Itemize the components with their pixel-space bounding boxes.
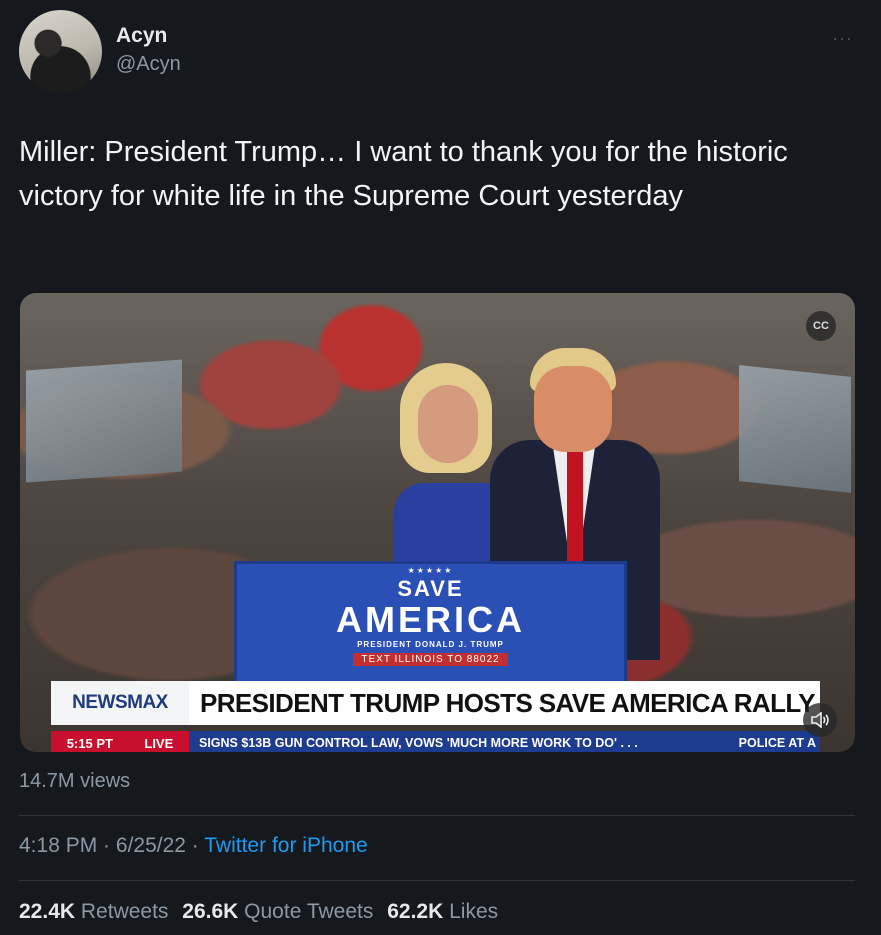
tweet-date[interactable]: 6/25/22 <box>116 834 186 857</box>
chyron-ticker: SIGNS $13B GUN CONTROL LAW, VOWS 'MUCH M… <box>189 731 820 752</box>
podium-text-line: TEXT ILLINOIS TO 88022 <box>353 653 508 666</box>
retweets-count: 22.4K <box>19 900 76 923</box>
podium-sign: ★★★★★ SAVE AMERICA PRESIDENT DONALD J. T… <box>234 561 627 686</box>
podium-stars: ★★★★★ <box>407 566 454 575</box>
quote-tweets-stat[interactable]: 26.6K Quote Tweets <box>182 900 373 923</box>
podium-subtitle: PRESIDENT DONALD J. TRUMP <box>357 640 504 649</box>
divider <box>19 880 855 881</box>
quotes-count: 26.6K <box>182 900 239 923</box>
likes-count: 62.2K <box>387 900 444 923</box>
teleprompter-left <box>26 359 182 483</box>
divider <box>19 815 855 816</box>
video-player[interactable]: ★★★★★ SAVE AMERICA PRESIDENT DONALD J. T… <box>20 293 855 752</box>
avatar[interactable] <box>19 10 102 93</box>
meta-separator: · <box>185 834 205 857</box>
view-count: 14.7M views <box>19 770 131 792</box>
tweet-time[interactable]: 4:18 PM <box>19 834 97 857</box>
tweet-source-link[interactable]: Twitter for iPhone <box>204 834 367 857</box>
captions-icon[interactable]: CC <box>806 311 836 341</box>
author-handle[interactable]: @Acyn <box>116 53 181 76</box>
engagement-stats: 22.4K Retweets 26.6K Quote Tweets 62.2K … <box>19 900 506 924</box>
chyron-live: LIVE <box>144 735 174 751</box>
meta-separator: · <box>97 834 116 857</box>
chyron-time-text: 5:15 PT <box>66 735 113 751</box>
likes-stat[interactable]: 62.2K Likes <box>387 900 498 923</box>
tweet-meta: 4:18 PM · 6/25/22 · Twitter for iPhone <box>19 834 368 858</box>
retweets-label: Retweets <box>80 900 169 923</box>
ticker-text: SIGNS $13B GUN CONTROL LAW, VOWS 'MUCH M… <box>199 736 638 750</box>
chyron-time: 5:15 PT LIVE <box>51 731 189 752</box>
teleprompter-right <box>739 365 851 493</box>
more-options-icon[interactable]: ··· <box>832 28 853 49</box>
quotes-label: Quote Tweets <box>244 900 374 923</box>
tweet-text: Miller: President Trump… I want to thank… <box>19 136 788 212</box>
speaker-icon[interactable] <box>803 703 837 737</box>
likes-label: Likes <box>449 900 499 923</box>
newsmax-logo: NEWSMAX <box>51 681 189 725</box>
author-name[interactable]: Acyn <box>116 24 167 48</box>
chyron-headline: PRESIDENT TRUMP HOSTS SAVE AMERICA RALLY <box>189 681 820 725</box>
retweets-stat[interactable]: 22.4K Retweets <box>19 900 168 923</box>
ticker-right-text: POLICE AT A <box>738 736 816 750</box>
podium-america: AMERICA <box>336 599 525 640</box>
